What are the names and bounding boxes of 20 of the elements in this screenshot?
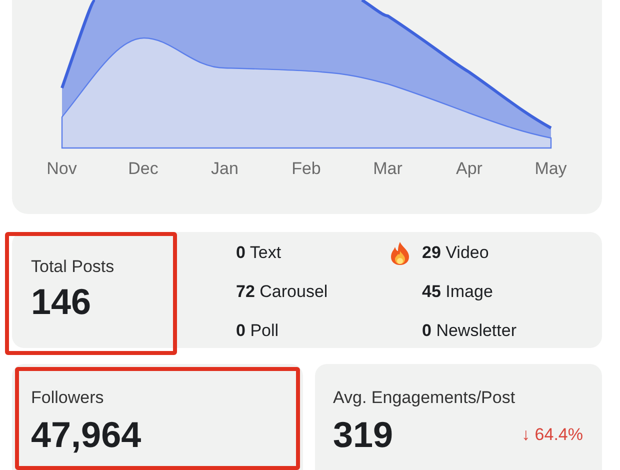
stat-value: 319 xyxy=(333,412,394,456)
axis-label: Apr xyxy=(456,158,482,180)
post-type-count: 0 Newsletter xyxy=(422,320,516,342)
axis-label: Jan xyxy=(211,158,238,180)
post-type-count: 0 Poll xyxy=(236,320,279,342)
axis-label: Feb xyxy=(292,158,321,180)
axis-label: Mar xyxy=(373,158,402,180)
stat-label: Followers xyxy=(31,387,104,409)
post-type-count: 0 Text xyxy=(236,242,282,264)
post-type-count: 29 Video xyxy=(422,242,489,264)
stat-label: Total Posts xyxy=(31,256,114,278)
post-type-count: 45 Image xyxy=(422,281,493,304)
stat-value: 47,964 xyxy=(31,412,142,456)
stat-value: 146 xyxy=(31,280,92,324)
axis-label: May xyxy=(534,158,567,180)
axis-label: Nov xyxy=(46,158,77,180)
post-type-count: 72 Carousel xyxy=(236,281,328,304)
stat-label: Avg. Engagements/Post xyxy=(333,387,516,409)
axis-label: Dec xyxy=(128,158,158,180)
change-indicator: ↓ 64.4% xyxy=(522,424,583,446)
